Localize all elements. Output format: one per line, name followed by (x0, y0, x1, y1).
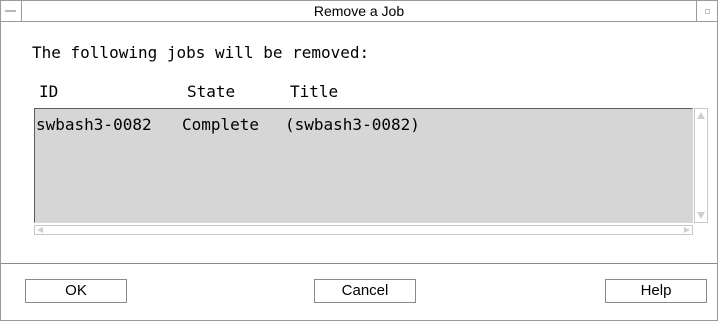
dialog-title: Remove a Job (313, 3, 405, 19)
job-id: swbash3-0082 (36, 115, 152, 134)
job-title: (swbash3-0082) (285, 115, 420, 134)
scroll-left-arrow-icon[interactable] (37, 227, 43, 233)
button-separator (1, 263, 717, 264)
job-state: Complete (182, 115, 260, 134)
cancel-button[interactable]: Cancel (314, 279, 416, 303)
message-text: The following jobs will be removed: (32, 43, 370, 62)
list-item[interactable]: swbash3-0082 Complete (swbash3-0082) (35, 115, 692, 135)
scroll-up-arrow-icon[interactable] (697, 112, 705, 119)
column-header-title: Title (290, 82, 339, 101)
maximize-icon[interactable] (696, 1, 717, 21)
scroll-right-arrow-icon[interactable] (684, 227, 690, 233)
window-menu-icon[interactable] (1, 1, 22, 21)
remove-job-dialog: Remove a Job The following jobs will be … (0, 0, 718, 321)
vertical-scrollbar[interactable] (694, 108, 708, 223)
horizontal-scrollbar[interactable] (34, 225, 693, 235)
scroll-down-arrow-icon[interactable] (697, 212, 705, 219)
title-bar[interactable]: Remove a Job (1, 1, 717, 22)
ok-button[interactable]: OK (25, 279, 127, 303)
help-button[interactable]: Help (605, 279, 707, 303)
column-header-id: ID (39, 82, 59, 101)
jobs-list[interactable]: swbash3-0082 Complete (swbash3-0082) (34, 108, 693, 223)
column-header-state: State (187, 82, 236, 101)
